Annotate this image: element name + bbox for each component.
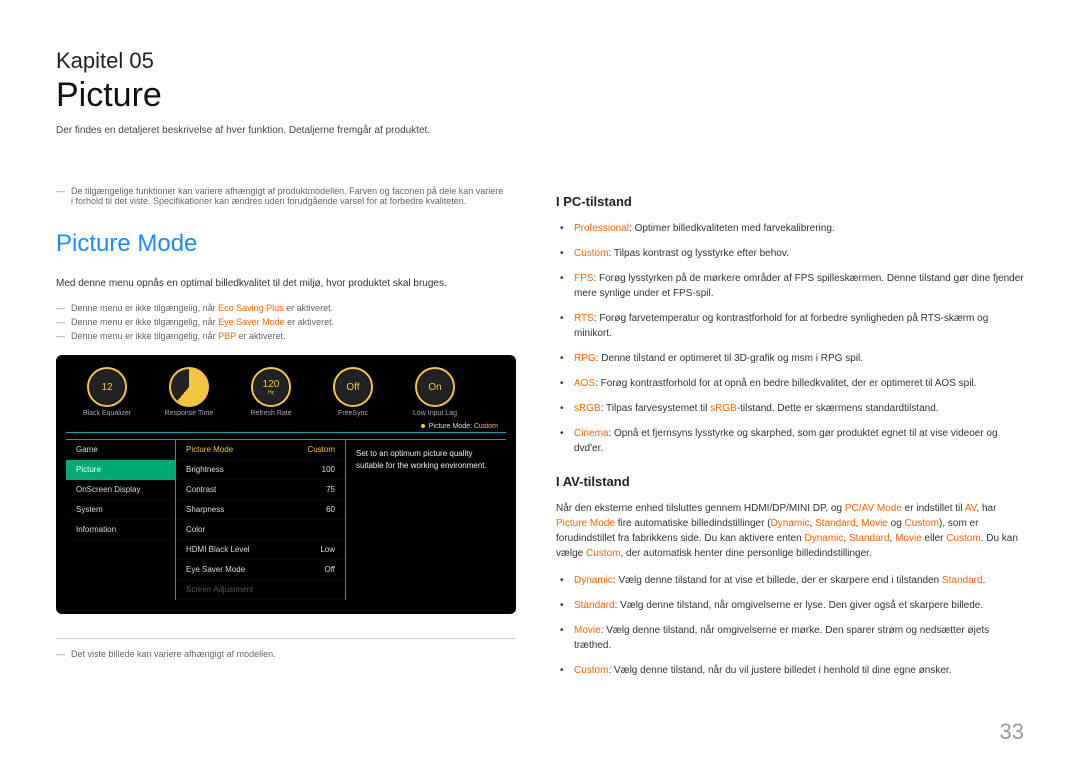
- gauge: OnLow Input Lag: [400, 367, 470, 417]
- footnote-image-vary: Det viste billede kan variere afhængigt …: [56, 649, 516, 659]
- pc-mode-heading: I PC-tilstand: [556, 194, 1024, 209]
- footnote-eye: Denne menu er ikke tilgængelig, når Eye …: [56, 317, 516, 327]
- list-item: Custom: Vælg denne tilstand, når du vil …: [574, 663, 1024, 678]
- list-item: RTS: Forøg farvetemperatur og kontrastfo…: [574, 311, 1024, 341]
- av-mode-paragraph: Når den eksterne enhed tilsluttes gennem…: [556, 501, 1024, 561]
- osd-nav-item[interactable]: Game: [66, 440, 175, 460]
- list-item: Professional: Optimer billedkvaliteten m…: [574, 221, 1024, 236]
- page-subtitle: Der findes en detaljeret beskrivelse af …: [56, 125, 1024, 136]
- osd-panel: 12Black EqualizerResponse Time120HzRefre…: [56, 355, 516, 614]
- list-item: FPS: Forøg lysstyrken på de mørkere områ…: [574, 271, 1024, 301]
- av-mode-heading: I AV-tilstand: [556, 474, 1024, 489]
- osd-nav: GamePictureOnScreen DisplaySystemInforma…: [66, 440, 176, 600]
- footnote-pbp: Denne menu er ikke tilgængelig, når PBP …: [56, 331, 516, 341]
- osd-setting-row: Screen Adjustment: [176, 580, 345, 600]
- gauge: OffFreeSync: [318, 367, 388, 417]
- section-heading-picture-mode: Picture Mode: [56, 230, 516, 258]
- list-item: Custom: Tilpas kontrast og lysstyrke eft…: [574, 246, 1024, 261]
- osd-nav-item[interactable]: Picture: [66, 460, 175, 480]
- osd-mode-row: Picture Mode: Custom: [66, 421, 506, 433]
- divider: [56, 638, 516, 639]
- page-number: 33: [1000, 719, 1024, 745]
- gauge: 120HzRefresh Rate: [236, 367, 306, 417]
- list-item: Dynamic: Vælg denne tilstand for at vise…: [574, 573, 1024, 588]
- osd-nav-item[interactable]: System: [66, 500, 175, 520]
- chapter-label: Kapitel 05: [56, 48, 1024, 74]
- list-item: Standard: Vælg denne tilstand, når omgiv…: [574, 598, 1024, 613]
- list-item: RPG: Denne tilstand er optimeret til 3D-…: [574, 351, 1024, 366]
- footnote-eco: Denne menu er ikke tilgængelig, når Eco …: [56, 303, 516, 313]
- osd-nav-item[interactable]: OnScreen Display: [66, 480, 175, 500]
- osd-setting-row[interactable]: Sharpness60: [176, 500, 345, 520]
- gauge: 12Black Equalizer: [72, 367, 142, 417]
- gauge: Response Time: [154, 367, 224, 417]
- list-item: AOS: Forøg kontrastforhold for at opnå e…: [574, 376, 1024, 391]
- osd-setting-row[interactable]: Eye Saver ModeOff: [176, 560, 345, 580]
- page-title: Picture: [56, 76, 1024, 115]
- osd-settings: Picture ModeCustomBrightness100Contrast7…: [176, 440, 346, 600]
- osd-setting-row[interactable]: Color: [176, 520, 345, 540]
- left-column: De tilgængelige funktioner kan variere a…: [56, 186, 516, 688]
- list-item: sRGB: Tilpas farvesystemet til sRGB-tils…: [574, 401, 1024, 416]
- osd-setting-row[interactable]: Contrast75: [176, 480, 345, 500]
- osd-setting-row[interactable]: Picture ModeCustom: [176, 440, 345, 460]
- osd-description: Set to an optimum picture quality suitab…: [346, 440, 506, 600]
- osd-nav-item[interactable]: Information: [66, 520, 175, 540]
- osd-setting-row[interactable]: Brightness100: [176, 460, 345, 480]
- intro-text: Med denne menu opnås en optimal billedkv…: [56, 276, 516, 291]
- list-item: Cinema: Opnå et fjernsyns lysstyrke og s…: [574, 426, 1024, 456]
- right-column: I PC-tilstand Professional: Optimer bill…: [556, 186, 1024, 688]
- osd-setting-row[interactable]: HDMI Black LevelLow: [176, 540, 345, 560]
- footnote-model-vary: De tilgængelige funktioner kan variere a…: [56, 186, 516, 206]
- list-item: Movie: Vælg denne tilstand, når omgivels…: [574, 623, 1024, 653]
